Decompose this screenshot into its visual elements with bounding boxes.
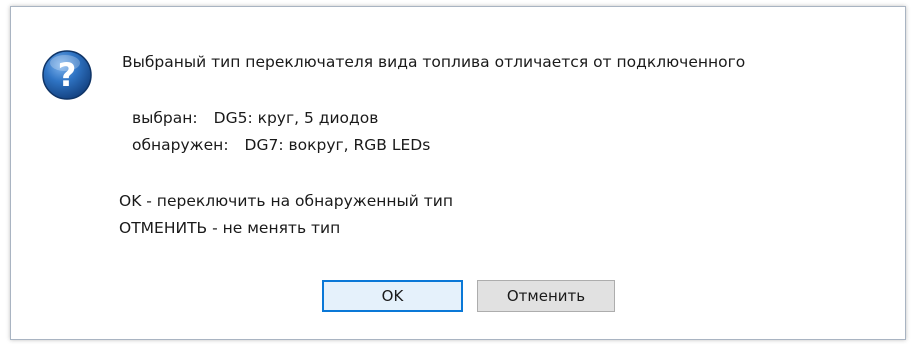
cancel-button[interactable]: Отменить [477, 280, 615, 312]
detected-value: DG7: вокруг, RGB LEDs [244, 136, 431, 154]
message-dialog: ? Выбраный тип переключателя вида топлив… [10, 6, 906, 340]
detected-label: обнаружен: [132, 136, 229, 154]
detected-type-line: обнаружен: DG7: вокруг, RGB LEDs [132, 135, 430, 155]
ok-hint-text: OK - переключить на обнаруженный тип [119, 192, 453, 210]
selected-value: DG5: круг, 5 диодов [213, 109, 379, 127]
cancel-hint-text: ОТМЕНИТЬ - не менять тип [119, 219, 341, 237]
question-icon: ? [42, 50, 92, 100]
selected-label: выбран: [132, 109, 198, 127]
selected-type-line: выбран: DG5: круг, 5 диодов [132, 108, 378, 128]
svg-text:?: ? [58, 56, 77, 94]
dialog-message: Выбраный тип переключателя вида топлива … [122, 53, 746, 71]
dialog-content: ? Выбраный тип переключателя вида топлив… [11, 7, 905, 257]
ok-button[interactable]: OK [322, 280, 463, 312]
